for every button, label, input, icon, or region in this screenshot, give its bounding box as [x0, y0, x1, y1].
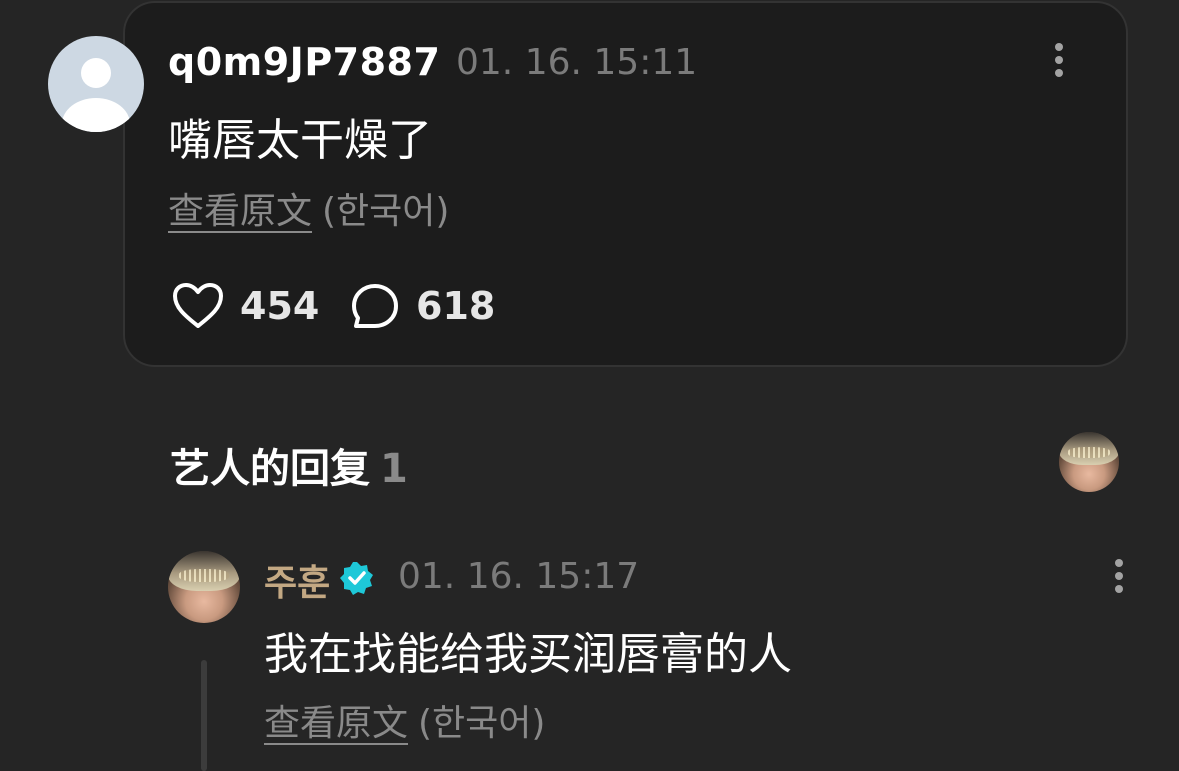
comment-timestamp: 01. 16. 15:11	[456, 42, 698, 83]
user-avatar[interactable]	[48, 36, 144, 132]
reply-text: 我在找能给我买润唇膏的人	[264, 629, 792, 680]
artist-avatar[interactable]	[168, 551, 240, 623]
verified-badge-icon	[340, 562, 373, 595]
see-original-link[interactable]: 查看原文	[168, 191, 312, 232]
more-dot	[1115, 585, 1123, 593]
more-dot	[1055, 56, 1063, 64]
see-original-link[interactable]: 查看原文	[264, 703, 408, 744]
comment-text: 嘴唇太干燥了	[168, 115, 432, 166]
reply-translate-row: 查看原文 (한국어)	[264, 694, 545, 746]
artist-replies-count: 1	[380, 446, 408, 492]
artist-name[interactable]: 주훈	[264, 554, 330, 606]
avatar-photo-shine	[1068, 447, 1110, 458]
reply-timestamp: 01. 16. 15:17	[398, 556, 640, 597]
thread-line	[201, 660, 207, 771]
more-dot	[1055, 69, 1063, 77]
artist-replies-header: 艺人的回复 1	[170, 436, 408, 494]
avatar-photo-shine	[178, 569, 230, 582]
like-count: 454	[240, 284, 320, 328]
comment-more-button[interactable]	[1049, 40, 1069, 80]
comment-username[interactable]: q0m9JP7887	[168, 40, 440, 84]
more-dot	[1055, 43, 1063, 51]
artist-avatar-small[interactable]	[1059, 432, 1119, 492]
speech-bubble-icon	[352, 284, 398, 328]
reply-count-button[interactable]: 618	[350, 282, 495, 330]
comment-translate-row: 查看原文 (한국어)	[168, 182, 449, 234]
more-dot	[1115, 572, 1123, 580]
comment-thread: q0m9JP7887 01. 16. 15:11 嘴唇太干燥了 查看原文 (한국어…	[0, 0, 1179, 771]
more-dot	[1115, 559, 1123, 567]
reply-count: 618	[416, 284, 496, 328]
heart-icon	[173, 283, 223, 328]
original-language: (한국어)	[322, 191, 450, 232]
like-button[interactable]: 454	[172, 282, 319, 330]
artist-replies-title: 艺人的回复	[170, 446, 370, 492]
avatar-body-shape	[62, 98, 130, 132]
avatar-head-shape	[81, 58, 111, 88]
reply-more-button[interactable]	[1109, 556, 1129, 596]
original-language: (한국어)	[418, 703, 546, 744]
